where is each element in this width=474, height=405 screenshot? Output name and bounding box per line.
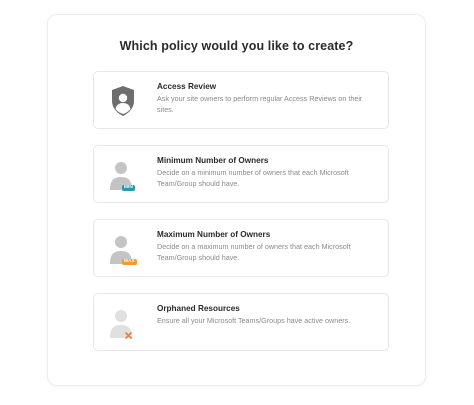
policy-title: Maximum Number of Owners (157, 230, 271, 239)
policy-card-minimum-owners[interactable]: MIN Minimum Number of Owners Decide on a… (93, 145, 389, 203)
page-title: Which policy would you like to create? (119, 39, 354, 53)
policy-selection-panel: Which policy would you like to create? A… (47, 14, 426, 386)
policy-title: Orphaned Resources (157, 304, 240, 313)
policy-title: Access Review (157, 82, 217, 91)
policy-card-maximum-owners[interactable]: MAX Maximum Number of Owners Decide on a… (93, 219, 389, 277)
shield-user-icon (102, 80, 144, 122)
policy-card-orphaned-resources[interactable]: Orphaned Resources Ensure all your Micro… (93, 293, 389, 351)
policy-card-access-review[interactable]: Access Review Ask your site owners to pe… (93, 71, 389, 129)
policy-title: Minimum Number of Owners (157, 156, 269, 165)
policy-description: Decide on a minimum number of owners tha… (157, 168, 349, 188)
user-max-icon: MAX (102, 228, 144, 270)
min-badge: MIN (122, 185, 135, 191)
max-badge: MAX (122, 259, 137, 265)
policy-description: Decide on a maximum number of owners tha… (157, 242, 351, 262)
user-orphan-icon (102, 302, 144, 344)
policy-description: Ask your site owners to perform regular … (157, 94, 363, 114)
user-min-icon: MIN (102, 154, 144, 196)
policy-description: Ensure all your Microsoft Teams/Groups h… (157, 316, 351, 325)
